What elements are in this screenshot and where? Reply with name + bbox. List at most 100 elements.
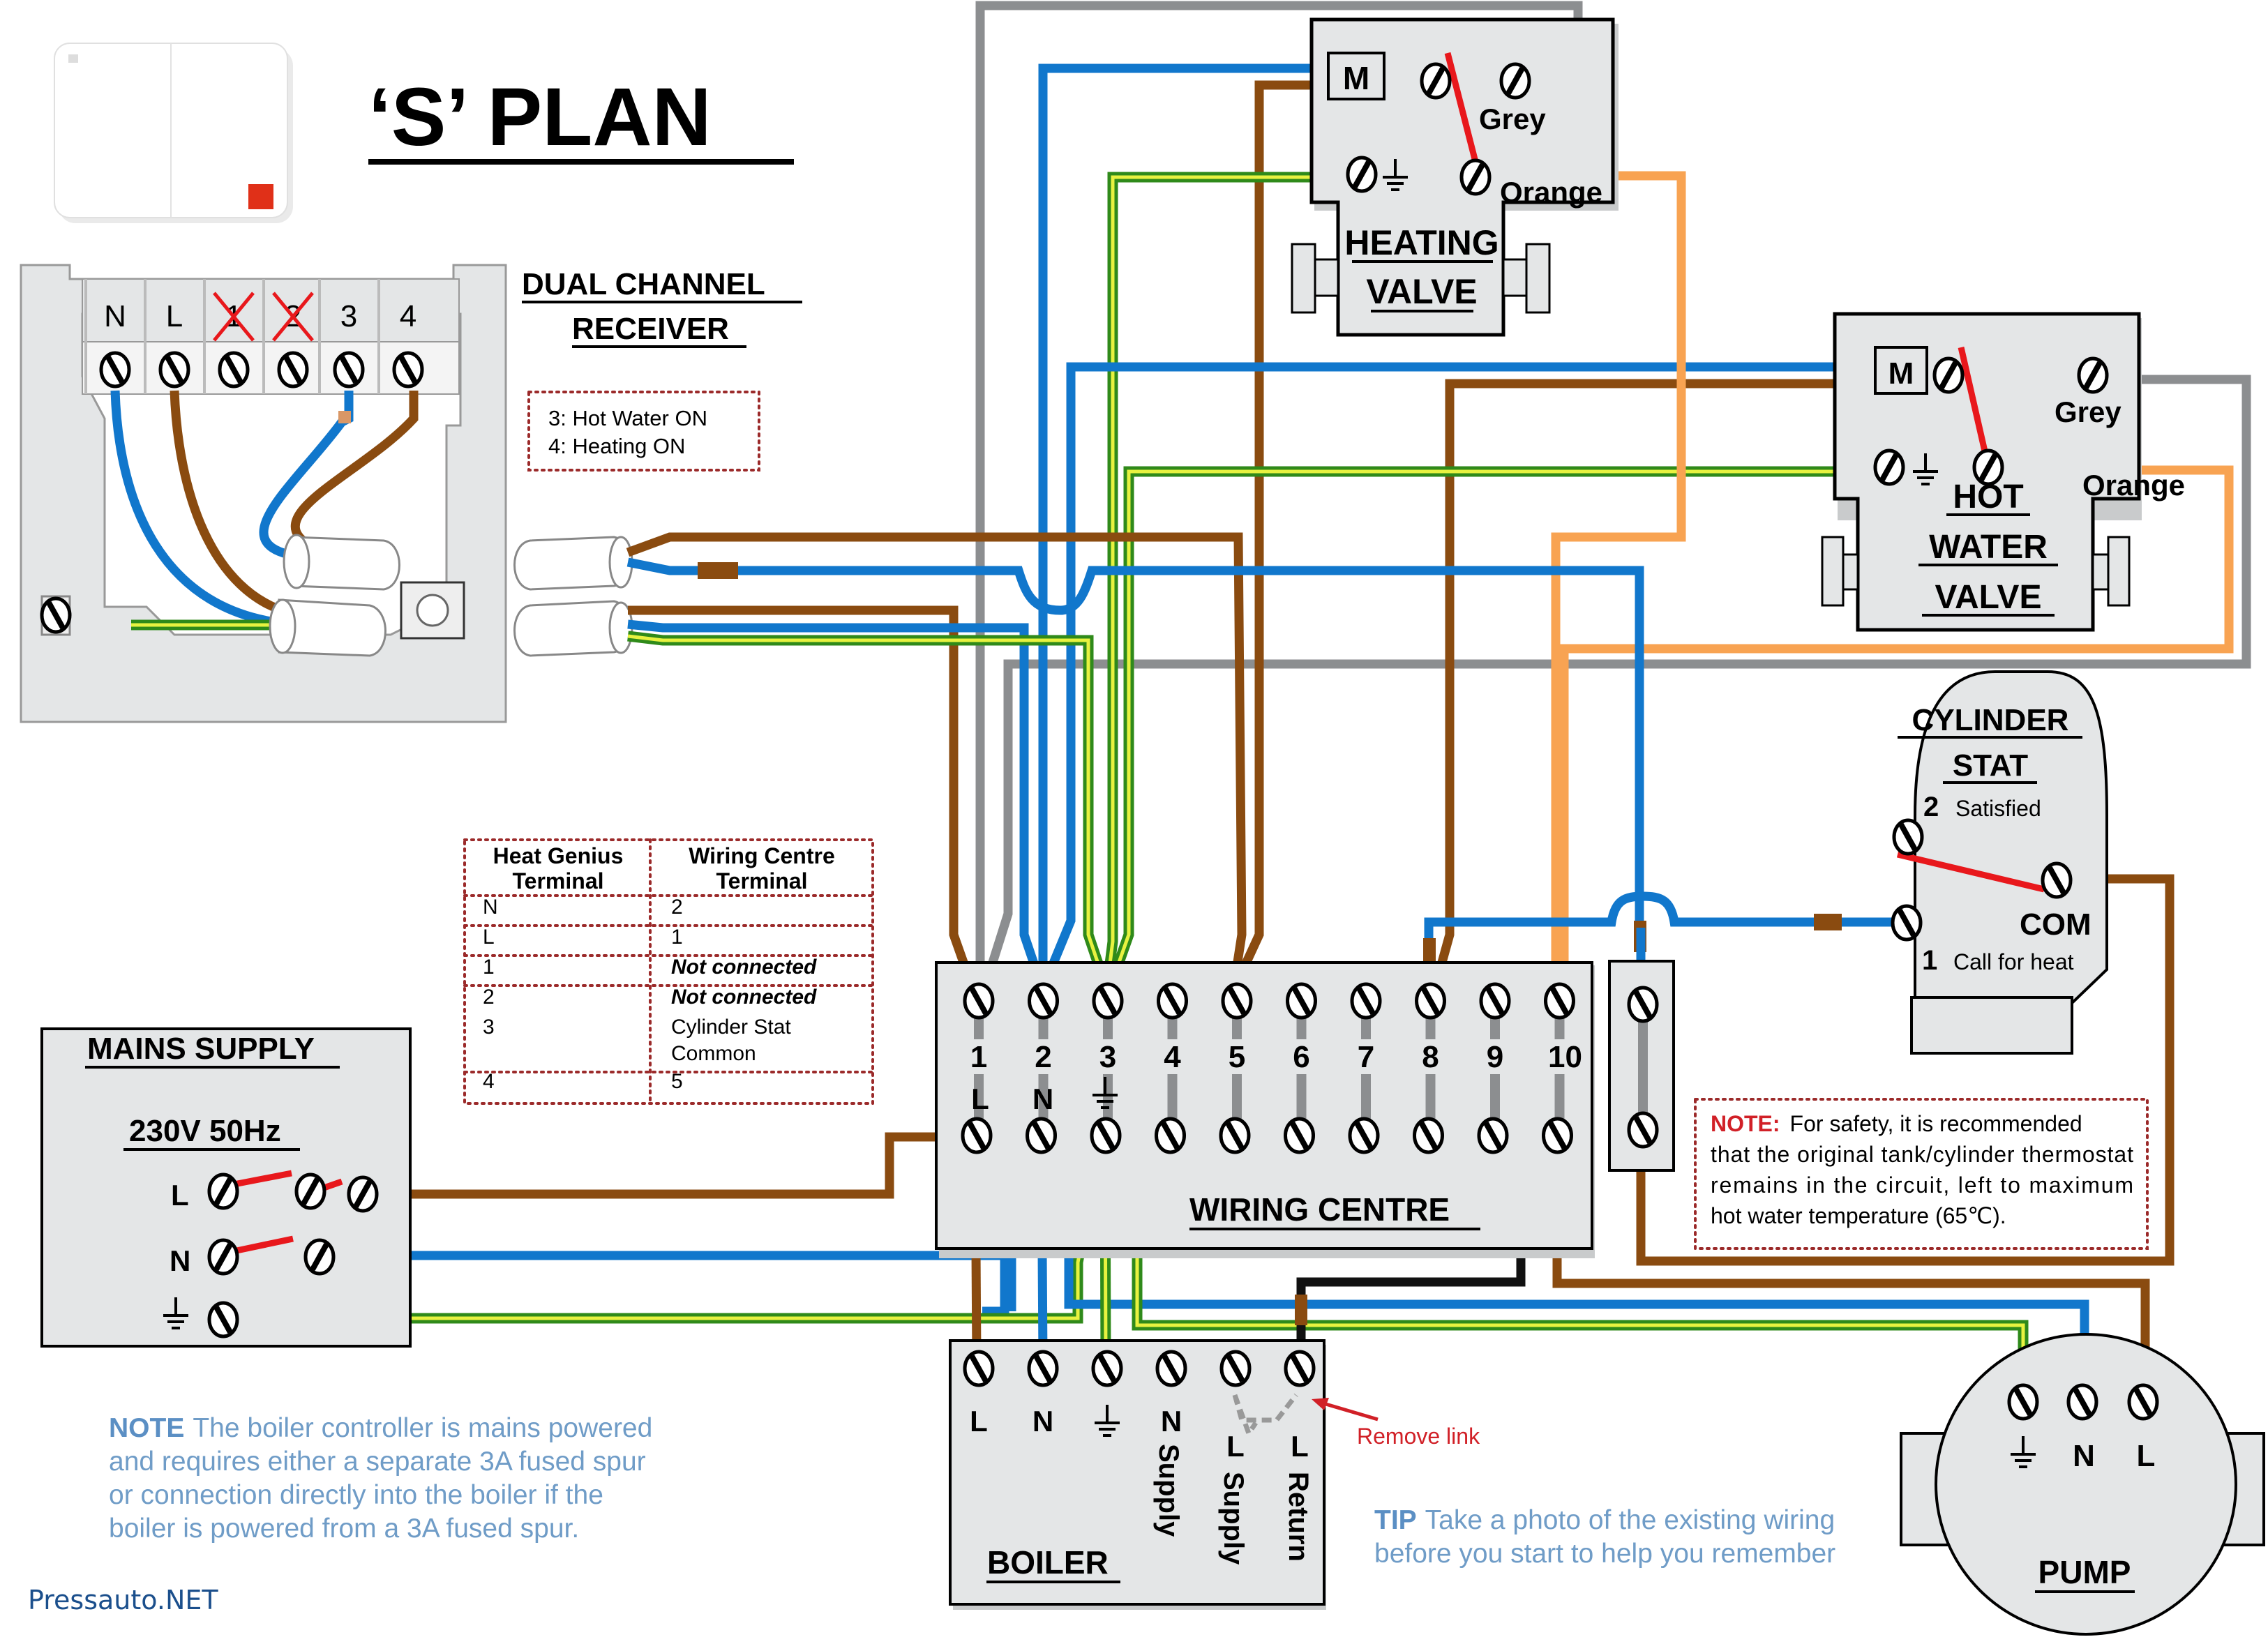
tip-note: TIP Take a photo of the existing wiring b… xyxy=(1374,1505,1835,1569)
hw-valve-motor-label: M xyxy=(1888,356,1914,391)
remote-controller xyxy=(54,43,293,223)
wiring-centre-title: WIRING CENTRE xyxy=(1189,1191,1450,1228)
wc-terminal-number: 7 xyxy=(1358,1040,1374,1074)
receiver-terminal-screw[interactable] xyxy=(220,353,248,386)
mains-supply-title: MAINS SUPPLY xyxy=(87,1032,315,1066)
cylinder-stat-com-label: COM xyxy=(2020,907,2091,942)
wc-terminal-number: 2 xyxy=(1035,1040,1051,1074)
wc-terminal-top-5[interactable] xyxy=(1223,984,1251,1018)
cylinder-stat-terminal-1-num: 1 xyxy=(1922,945,1937,976)
wc-terminal-number: 5 xyxy=(1229,1040,1245,1074)
heating-valve-grey-label: Grey xyxy=(1479,103,1546,135)
wc-terminal-top-9[interactable] xyxy=(1481,984,1509,1018)
heating-valve-title-1: HEATING xyxy=(1344,223,1499,262)
cylinder-stat-terminal-2-num: 2 xyxy=(1923,792,1939,822)
boiler-title: BOILER xyxy=(987,1544,1109,1581)
safety-note: NOTE: For safety, it is recommended that … xyxy=(1694,1098,2149,1250)
wc-terminal-bottom-8[interactable] xyxy=(1415,1119,1443,1152)
remove-link-annotation: Remove link xyxy=(1312,1398,1480,1449)
mains-note-line-4: boiler is powered from a 3A fused spur. xyxy=(109,1514,579,1544)
boiler-terminal-screw[interactable] xyxy=(1157,1352,1185,1385)
watermark[interactable]: Pressauto.NET xyxy=(28,1585,218,1615)
wc-function-label-n: N xyxy=(1032,1083,1053,1115)
wc-terminal-top-1[interactable] xyxy=(965,984,993,1018)
boiler-terminal-label: L xyxy=(970,1405,988,1438)
heating-valve: M Grey Orange HEATING VALVE xyxy=(1291,17,1619,337)
s-plan-wiring-diagram: ‘S’ PLAN NL1234 DUAL CHANNEL RECEIVER 3:… xyxy=(20,1,2265,1636)
boiler-terminal-screw[interactable] xyxy=(1093,1352,1121,1385)
boiler-terminal-screw[interactable] xyxy=(1286,1352,1314,1385)
wc-terminal-top-3[interactable] xyxy=(1094,984,1122,1018)
receiver-terminal-screw[interactable] xyxy=(160,353,188,386)
wc-terminal-bottom-10[interactable] xyxy=(1544,1119,1572,1152)
receiver-terminal-label: N xyxy=(104,299,126,333)
receiver-legend-box xyxy=(527,391,760,472)
hw-valve-orange-label: Orange xyxy=(2082,469,2185,502)
table-header-wiring-centre-2: Terminal xyxy=(716,868,808,893)
mains-note: NOTE The boiler controller is mains power… xyxy=(109,1413,652,1544)
boiler-terminal-screw[interactable] xyxy=(1222,1352,1249,1385)
mains-note-line-3: or connection directly into the boiler i… xyxy=(109,1480,603,1510)
pump-terminal-l: L xyxy=(2137,1439,2156,1473)
table-cell-wiring-centre: 1 xyxy=(671,926,683,949)
wc-terminal-number: 8 xyxy=(1422,1040,1439,1074)
hw-valve-title-3: VALVE xyxy=(1935,579,2042,616)
wc-terminal-number: 1 xyxy=(970,1040,987,1074)
receiver-heading-line1: DUAL CHANNEL xyxy=(522,267,765,301)
wc-terminal-bottom-1[interactable] xyxy=(963,1119,991,1152)
cylinder-stat-title-2: STAT xyxy=(1953,748,2028,783)
wc-terminal-top-8[interactable] xyxy=(1417,984,1445,1018)
wc-terminal-bottom-3[interactable] xyxy=(1092,1119,1120,1152)
receiver-terminal-screw[interactable] xyxy=(394,353,422,386)
receiver-terminal-label: 4 xyxy=(400,299,416,333)
receiver-terminal-label: L xyxy=(166,299,183,333)
wc-terminal-top-4[interactable] xyxy=(1159,984,1187,1018)
wc-terminal-bottom-7[interactable] xyxy=(1350,1119,1378,1152)
heat-genius-logo xyxy=(248,184,273,209)
hot-water-valve: M Grey Orange HOT WATER VALVE xyxy=(1821,312,2185,632)
junction-strip xyxy=(1608,960,1675,1172)
receiver-terminal-screw[interactable] xyxy=(335,353,363,386)
dual-channel-receiver: NL1234 xyxy=(20,264,507,723)
wc-terminal-top-10[interactable] xyxy=(1546,984,1574,1018)
table-header-heat-genius-1: Heat Genius xyxy=(493,843,624,868)
cylinder-stat-terminal-1-label: Call for heat xyxy=(1953,949,2074,974)
remove-link-label: Remove link xyxy=(1357,1424,1480,1449)
receiver-legend-line-2: 4: Heating ON xyxy=(548,434,685,458)
safety-note-line-3: remains in the circuit, left to maximum xyxy=(1711,1172,2133,1198)
wc-terminal-bottom-4[interactable] xyxy=(1157,1119,1185,1152)
wc-terminal-number: 9 xyxy=(1487,1040,1503,1074)
heating-valve-motor-label: M xyxy=(1343,60,1369,96)
receiver-terminal-screw[interactable] xyxy=(279,353,307,386)
pump-terminal-n: N xyxy=(2073,1439,2095,1473)
table-cell-wiring-centre: Cylinder Stat xyxy=(671,1016,791,1039)
receiver-heading-line2: RECEIVER xyxy=(572,312,729,346)
terminal-mapping-table: Heat Genius Terminal Wiring Centre Termi… xyxy=(463,838,874,1105)
boiler-vertical-label-n-supply: Supply xyxy=(1153,1444,1184,1537)
wc-terminal-bottom-9[interactable] xyxy=(1479,1119,1507,1152)
wc-terminal-number: 6 xyxy=(1293,1040,1309,1074)
boiler-terminal-screw[interactable] xyxy=(965,1352,993,1385)
mains-terminal-l: L xyxy=(171,1179,189,1212)
wc-terminal-top-6[interactable] xyxy=(1288,984,1316,1018)
wc-terminal-number: 10 xyxy=(1548,1040,1582,1074)
wc-terminal-number: 4 xyxy=(1164,1040,1181,1074)
hw-valve-title-2: WATER xyxy=(1929,529,2048,566)
pump: N L PUMP xyxy=(1900,1333,2265,1636)
wc-terminal-bottom-5[interactable] xyxy=(1221,1119,1249,1152)
receiver-terminal-label: 3 xyxy=(340,299,357,333)
cylinder-stat: CYLINDER STAT 2 Satisfied COM 1 Call for… xyxy=(1893,670,2108,1055)
wc-terminal-top-7[interactable] xyxy=(1352,984,1380,1018)
wc-terminal-bottom-2[interactable] xyxy=(1028,1119,1056,1152)
table-cell-heat-genius: L xyxy=(483,926,495,949)
wc-terminal-bottom-6[interactable] xyxy=(1286,1119,1314,1152)
receiver-terminal-screw[interactable] xyxy=(101,353,129,386)
safety-note-line-2: that the original tank/cylinder thermost… xyxy=(1711,1142,2133,1167)
wc-terminal-top-2[interactable] xyxy=(1030,984,1058,1018)
boiler-terminal-label: L xyxy=(1226,1430,1245,1463)
pump-title: PUMP xyxy=(2038,1554,2131,1590)
wc-function-label-l: L xyxy=(971,1083,989,1115)
boiler-terminal-screw[interactable] xyxy=(1029,1352,1057,1385)
heating-valve-title-2: VALVE xyxy=(1366,272,1477,311)
tip-note-line-2: before you start to help you remember xyxy=(1374,1539,1835,1569)
